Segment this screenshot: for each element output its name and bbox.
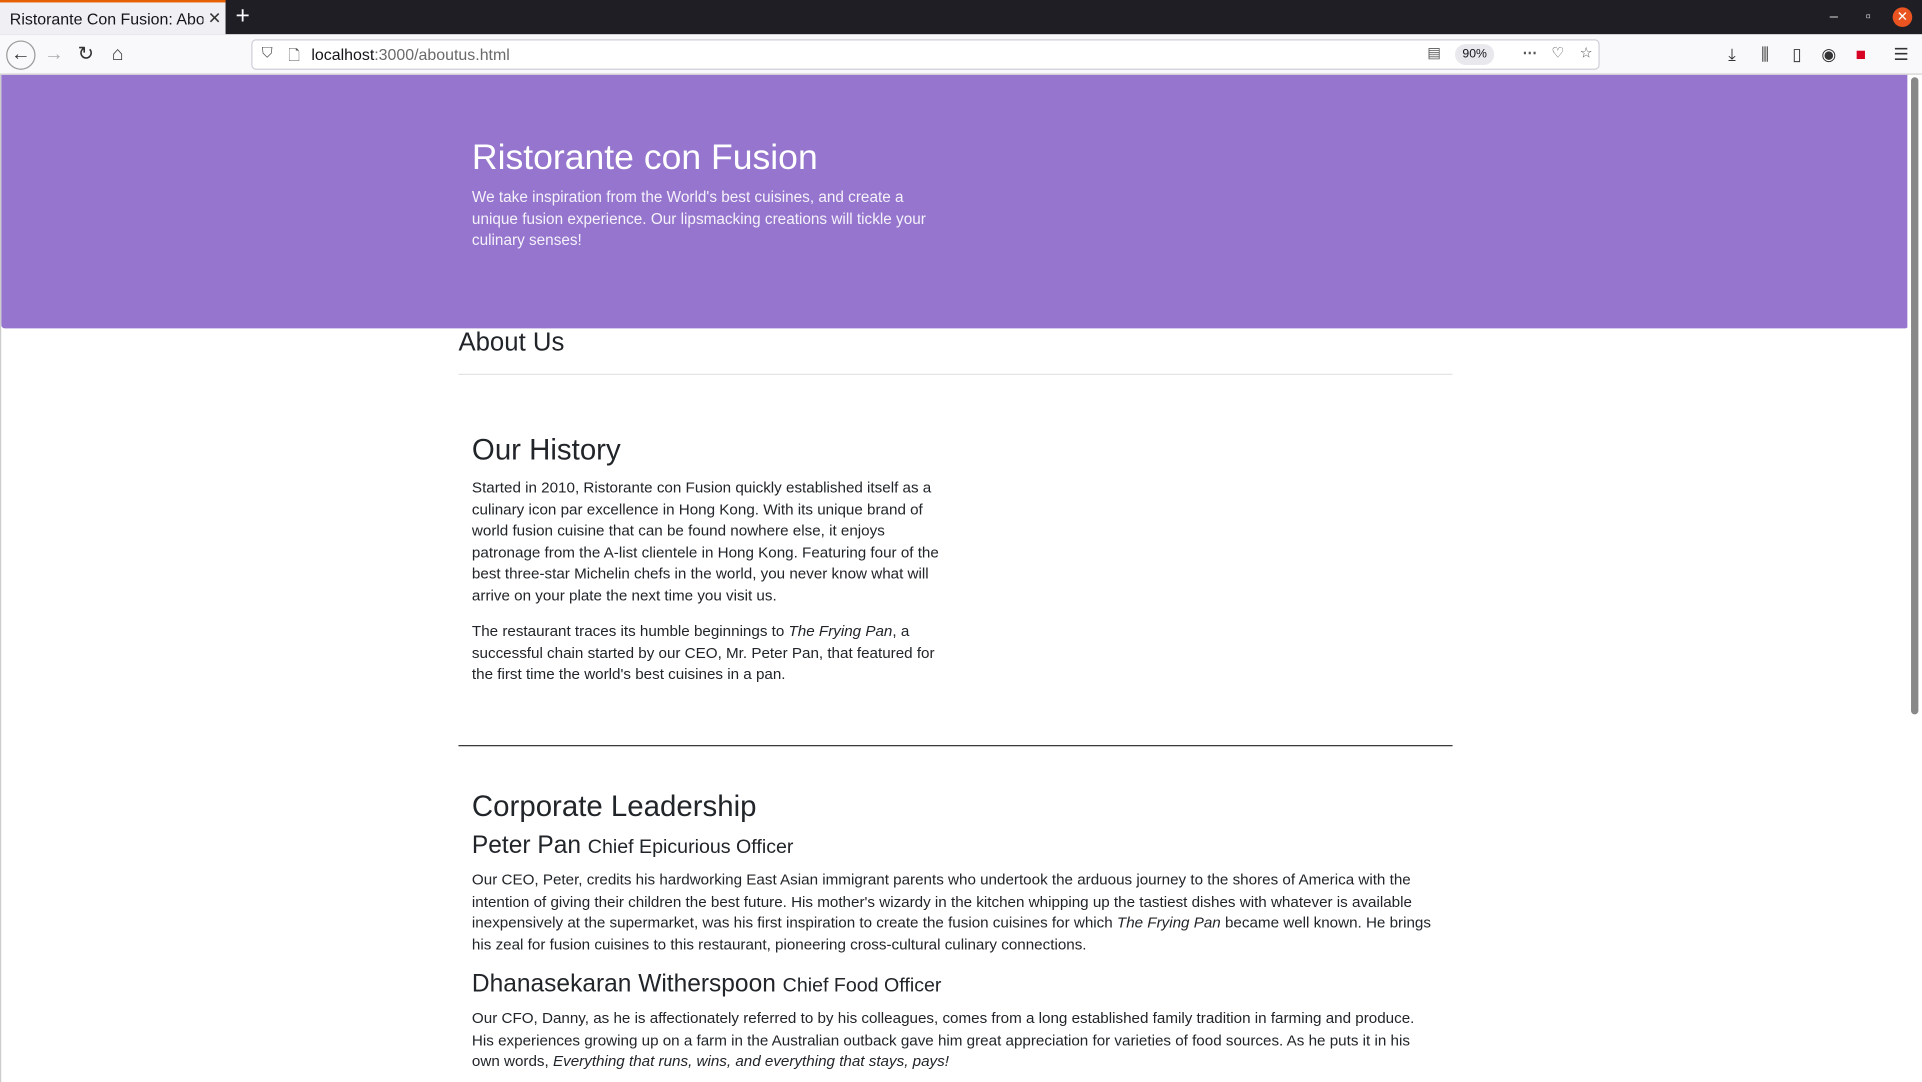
- zoom-level[interactable]: 90%: [1455, 44, 1495, 65]
- person-role: Chief Epicurious Officer: [587, 836, 794, 858]
- downloads-icon[interactable]: ⤓: [1719, 40, 1746, 67]
- reload-icon[interactable]: ↻: [71, 40, 100, 69]
- home-icon[interactable]: ⌂: [103, 40, 132, 69]
- pocket-icon[interactable]: ♡: [1548, 44, 1568, 61]
- section-divider: [458, 745, 1453, 747]
- url-text[interactable]: localhost:3000/aboutus.html: [311, 45, 509, 63]
- bookmark-star-icon[interactable]: ☆: [1576, 44, 1596, 61]
- extension-icon[interactable]: ■: [1847, 40, 1874, 67]
- scrollbar-thumb[interactable]: [1911, 77, 1919, 715]
- history-paragraph: The restaurant traces its humble beginni…: [471, 622, 935, 683]
- history-heading: Our History: [471, 433, 621, 467]
- site-title: Ristorante con Fusion: [471, 138, 818, 178]
- tab-bar: Ristorante Con Fusion: About Us ✕ + – ▫ …: [0, 0, 1922, 35]
- page-title: About Us: [458, 328, 565, 357]
- forward-icon[interactable]: →: [39, 40, 68, 69]
- leadership-heading: Corporate Leadership: [471, 790, 757, 824]
- browser-tab[interactable]: Ristorante Con Fusion: About Us ✕: [0, 0, 226, 35]
- page-viewport: Ristorante con Fusion We take inspiratio…: [0, 74, 1922, 1082]
- person-bio: Our CFO, Danny, as he is affectionately …: [471, 1009, 1415, 1071]
- jumbotron: Ristorante con Fusion We take inspiratio…: [1, 74, 1909, 329]
- person-role: Chief Food Officer: [782, 975, 942, 997]
- more-actions-icon[interactable]: ⋯: [1520, 44, 1540, 61]
- close-tab-icon[interactable]: ✕: [203, 9, 225, 29]
- restore-icon[interactable]: ▫: [1858, 7, 1878, 24]
- person-bio: Our CEO, Peter, credits his hardworking …: [471, 871, 1431, 954]
- scrollbar[interactable]: [1907, 74, 1922, 1082]
- url-bar[interactable]: ⛉ 🗋 localhost:3000/aboutus.html ▤ 90% ⋯ …: [251, 39, 1600, 70]
- history-paragraph: Started in 2010, Ristorante con Fusion q…: [471, 479, 939, 605]
- sidebar-icon[interactable]: ▯: [1784, 40, 1811, 67]
- library-icon[interactable]: ⫼: [1752, 40, 1779, 67]
- reader-view-icon[interactable]: ▤: [1424, 44, 1444, 61]
- site-tagline: We take inspiration from the World's bes…: [471, 188, 926, 250]
- person-name: Dhanasekaran Witherspoon Chief Food Offi…: [471, 970, 942, 998]
- back-icon[interactable]: ←: [6, 40, 36, 70]
- minimize-icon[interactable]: –: [1824, 7, 1844, 24]
- new-tab-icon[interactable]: +: [230, 4, 255, 31]
- person-name: Peter Pan Chief Epicurious Officer: [471, 832, 794, 860]
- shield-icon[interactable]: ⛉: [257, 44, 277, 62]
- menu-icon[interactable]: ☰: [1888, 40, 1915, 67]
- page-icon[interactable]: 🗋: [284, 44, 304, 70]
- tab-title: Ristorante Con Fusion: About Us: [9, 9, 204, 28]
- navigation-toolbar: ← → ↻ ⌂ ⛉ 🗋 localhost:3000/aboutus.html …: [0, 34, 1922, 75]
- divider: [458, 373, 1453, 375]
- window-close-icon[interactable]: ✕: [1892, 7, 1913, 27]
- account-icon[interactable]: ◉: [1815, 40, 1842, 67]
